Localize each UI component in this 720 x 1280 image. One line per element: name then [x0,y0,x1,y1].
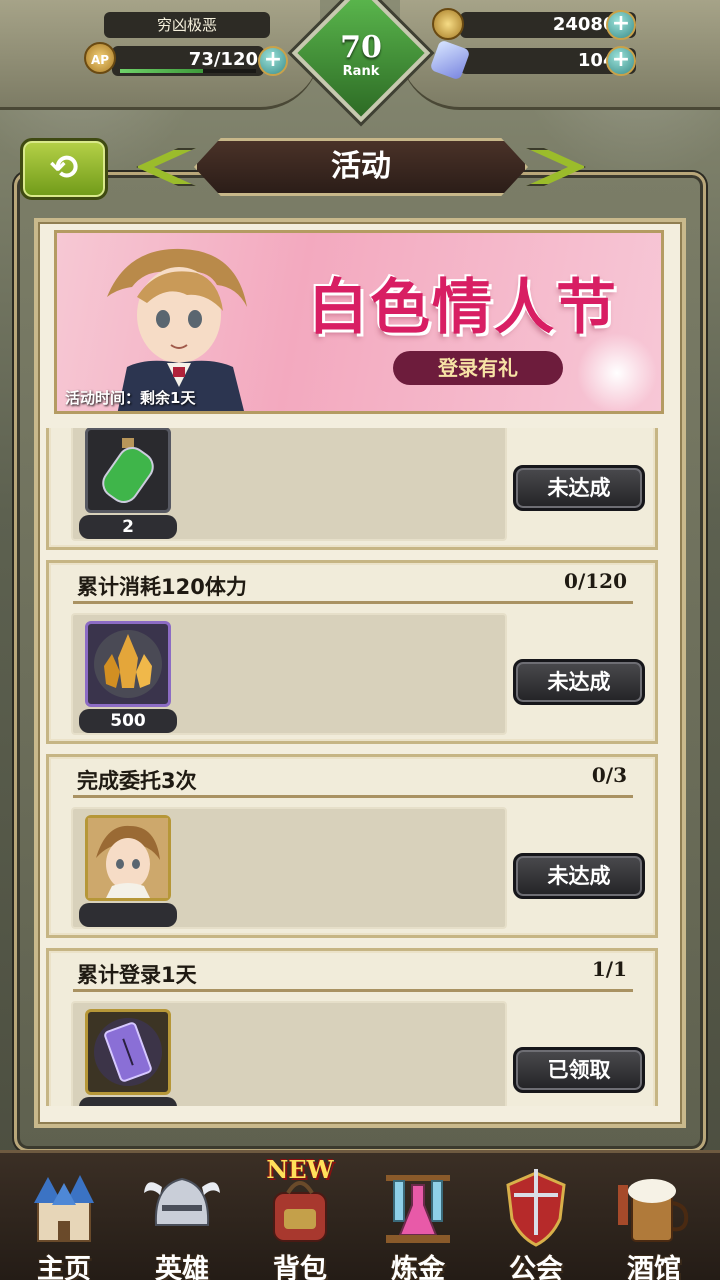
task-title: 累计登录1天 [77,963,197,987]
task-card: 累计登录1天 1/1 已领取 [46,948,658,1106]
ap-fill [120,69,203,73]
nav-item-bag[interactable]: NEW 背包 [244,1155,356,1280]
amber-crystal-icon[interactable] [85,621,171,707]
nav-item-guild[interactable]: 公会 [480,1161,592,1280]
chevron-right-icon [526,148,586,186]
player-name: 穷凶极恶 [104,12,270,38]
event-time-remaining: 活动时间：剩余1天 [65,389,196,407]
add-gem-button[interactable]: + [606,46,636,76]
nav-item-alchemy[interactable]: 炼金 [362,1161,474,1280]
nav-item-heroes[interactable]: 英雄 [126,1161,238,1280]
rank-label: Rank [342,64,380,79]
task-card: 完成委托3次 0/3 未达成 [46,754,658,938]
task-card: 累计消耗120体力 0/120 500 未达成 [46,560,658,744]
knight-helmet-icon [144,1177,220,1226]
nav-label: 公会 [509,1254,563,1280]
item-count [79,903,177,927]
task-title: 累计消耗120体力 [77,575,247,599]
status-button[interactable]: 未达成 [513,853,645,899]
task-progress: 0/3 [591,763,627,787]
add-gold-button[interactable]: + [606,10,636,40]
divider [73,989,633,992]
alchemy-flasks-icon [386,1175,450,1243]
event-banner[interactable]: 白色情人节 登录有礼 活动时间：剩余1天 [54,230,664,414]
chevron-left-icon [136,148,196,186]
item-count: 2 [79,515,177,539]
purple-ticket-icon[interactable] [85,1009,171,1095]
status-button[interactable]: 未达成 [513,659,645,705]
beer-mug-icon [618,1179,689,1242]
add-ap-button[interactable]: + [258,46,288,76]
top-status-bar: 穷凶极恶 73/120 AP + 70 Rank 240800 + 1046 + [0,0,720,123]
task-progress: 1/1 [591,957,627,981]
ap-icon: AP [84,42,116,74]
back-arrow-icon: ⟲ [49,148,79,188]
task-list[interactable]: 2 未达成 累计消耗120体力 0/120 500 未达成 完成委托3次 0/3 [46,428,672,1106]
nav-label: 炼金 [391,1254,445,1280]
divider [73,601,633,604]
task-card: 2 未达成 [46,428,658,550]
new-badge: NEW [266,1155,334,1184]
divider [73,795,633,798]
hero-portrait-icon[interactable] [85,815,171,901]
banner-subtitle: 登录有礼 [393,351,563,385]
rank-value: 70 [340,30,382,65]
green-potion-icon[interactable] [85,428,171,513]
nav-label: 背包 [273,1254,327,1280]
nav-label: 酒馆 [627,1254,681,1280]
nav-item-tavern[interactable]: 酒馆 [598,1161,710,1280]
nav-label: 主页 [37,1254,91,1280]
castle-icon [34,1175,94,1242]
banner-title: 白色情人节 [308,273,618,343]
page-title: 活动 [331,149,391,184]
task-title: 完成委托3次 [77,769,197,793]
nav-label: 英雄 [155,1254,209,1280]
title-bar: 活动 [136,138,586,196]
task-progress: 0/120 [564,569,627,593]
ap-bar: 73/120 [112,46,264,76]
gold-coin-icon [432,8,464,40]
bottom-nav: 主页 英雄 NEW 背包 炼金 公会 酒馆 [0,1150,720,1280]
item-count: 500 [79,709,177,733]
nav-item-home[interactable]: 主页 [8,1161,120,1280]
status-button[interactable]: 未达成 [513,465,645,511]
guild-shield-icon [506,1169,566,1247]
ap-value: 73/120 [188,49,258,70]
item-count [79,1097,177,1106]
status-button[interactable]: 已领取 [513,1047,645,1093]
back-button[interactable]: ⟲ [20,138,108,200]
